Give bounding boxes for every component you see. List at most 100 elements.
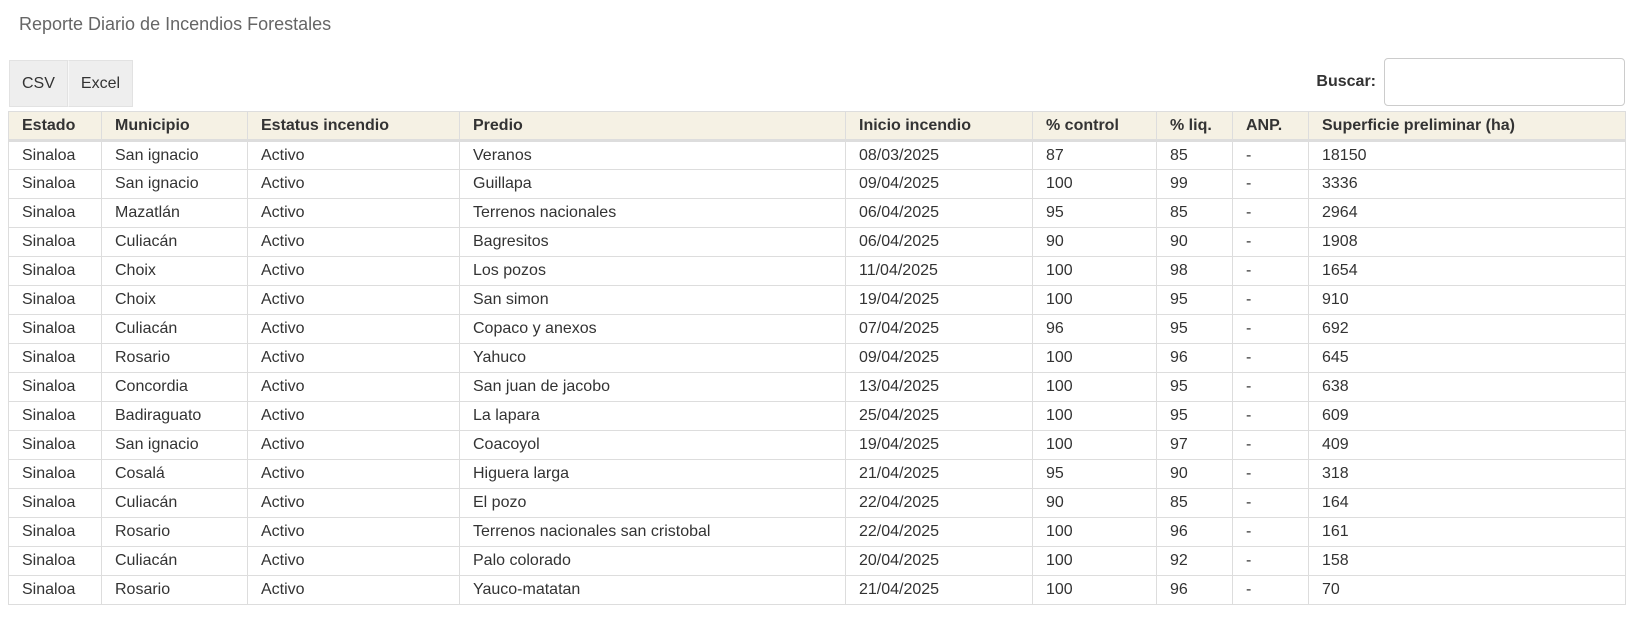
cell-inicio-incendio: 08/03/2025 bbox=[845, 140, 1033, 170]
column-header-porcentaje-liq[interactable]: % liq. bbox=[1156, 111, 1233, 142]
cell-inicio-incendio: 07/04/2025 bbox=[845, 314, 1033, 344]
table-row: Sinaloa Mazatlán Activo Terrenos nacionales… bbox=[8, 198, 1626, 228]
cell-municipio: Rosario bbox=[101, 517, 248, 547]
cell-porcentaje-control: 90 bbox=[1032, 227, 1157, 257]
cell-municipio: Culiacán bbox=[101, 227, 248, 257]
cell-inicio-incendio: 11/04/2025 bbox=[845, 256, 1033, 286]
cell-estado: Sinaloa bbox=[8, 546, 102, 576]
cell-predio: Bagresitos bbox=[459, 227, 846, 257]
cell-inicio-incendio: 22/04/2025 bbox=[845, 488, 1033, 518]
cell-estado: Sinaloa bbox=[8, 256, 102, 286]
cell-inicio-incendio: 06/04/2025 bbox=[845, 198, 1033, 228]
cell-porcentaje-liq: 95 bbox=[1156, 401, 1233, 431]
cell-predio: San simon bbox=[459, 285, 846, 315]
table-row: Sinaloa Choix Activo San simon 19/04/2025 100… bbox=[8, 285, 1626, 315]
cell-inicio-incendio: 19/04/2025 bbox=[845, 285, 1033, 315]
column-header-anp[interactable]: ANP. bbox=[1232, 111, 1309, 142]
csv-button[interactable]: CSV bbox=[9, 60, 68, 107]
cell-porcentaje-control: 100 bbox=[1032, 372, 1157, 402]
cell-anp: - bbox=[1232, 430, 1309, 460]
cell-anp: - bbox=[1232, 372, 1309, 402]
page-title: Reporte Diario de Incendios Forestales bbox=[19, 14, 332, 34]
cell-predio: San juan de jacobo bbox=[459, 372, 846, 402]
export-toolbar: CSV Excel bbox=[9, 60, 134, 107]
cell-superficie-preliminar: 645 bbox=[1308, 343, 1626, 373]
search-input[interactable] bbox=[1384, 58, 1625, 106]
table-row: Sinaloa Cosalá Activo Higuera larga 21/04/20… bbox=[8, 459, 1626, 489]
cell-anp: - bbox=[1232, 140, 1309, 170]
cell-predio: Yauco-matatan bbox=[459, 575, 846, 605]
cell-estado: Sinaloa bbox=[8, 488, 102, 518]
cell-estatus-incendio: Activo bbox=[247, 430, 460, 460]
cell-porcentaje-liq: 96 bbox=[1156, 517, 1233, 547]
cell-anp: - bbox=[1232, 343, 1309, 373]
cell-estatus-incendio: Activo bbox=[247, 488, 460, 518]
cell-porcentaje-liq: 85 bbox=[1156, 198, 1233, 228]
cell-porcentaje-liq: 90 bbox=[1156, 459, 1233, 489]
cell-porcentaje-control: 95 bbox=[1032, 459, 1157, 489]
column-header-porcentaje-control[interactable]: % control bbox=[1032, 111, 1157, 142]
cell-anp: - bbox=[1232, 314, 1309, 344]
cell-estado: Sinaloa bbox=[8, 198, 102, 228]
cell-municipio: Culiacán bbox=[101, 314, 248, 344]
column-header-municipio[interactable]: Municipio bbox=[101, 111, 248, 142]
cell-porcentaje-liq: 97 bbox=[1156, 430, 1233, 460]
cell-superficie-preliminar: 409 bbox=[1308, 430, 1626, 460]
cell-inicio-incendio: 21/04/2025 bbox=[845, 459, 1033, 489]
cell-inicio-incendio: 25/04/2025 bbox=[845, 401, 1033, 431]
cell-estado: Sinaloa bbox=[8, 343, 102, 373]
cell-municipio: San ignacio bbox=[101, 169, 248, 199]
cell-porcentaje-control: 100 bbox=[1032, 546, 1157, 576]
cell-porcentaje-liq: 96 bbox=[1156, 575, 1233, 605]
cell-municipio: Culiacán bbox=[101, 488, 248, 518]
cell-superficie-preliminar: 70 bbox=[1308, 575, 1626, 605]
cell-predio: La lapara bbox=[459, 401, 846, 431]
cell-estatus-incendio: Activo bbox=[247, 372, 460, 402]
cell-predio: Los pozos bbox=[459, 256, 846, 286]
cell-inicio-incendio: 13/04/2025 bbox=[845, 372, 1033, 402]
cell-predio: Higuera larga bbox=[459, 459, 846, 489]
cell-porcentaje-liq: 95 bbox=[1156, 372, 1233, 402]
cell-superficie-preliminar: 164 bbox=[1308, 488, 1626, 518]
cell-anp: - bbox=[1232, 517, 1309, 547]
cell-superficie-preliminar: 318 bbox=[1308, 459, 1626, 489]
cell-predio: Yahuco bbox=[459, 343, 846, 373]
cell-estado: Sinaloa bbox=[8, 140, 102, 170]
cell-anp: - bbox=[1232, 198, 1309, 228]
cell-inicio-incendio: 09/04/2025 bbox=[845, 343, 1033, 373]
cell-superficie-preliminar: 910 bbox=[1308, 285, 1626, 315]
cell-porcentaje-control: 100 bbox=[1032, 285, 1157, 315]
cell-estado: Sinaloa bbox=[8, 575, 102, 605]
cell-porcentaje-liq: 90 bbox=[1156, 227, 1233, 257]
cell-porcentaje-control: 87 bbox=[1032, 140, 1157, 170]
column-header-estado[interactable]: Estado bbox=[8, 111, 102, 142]
cell-municipio: Mazatlán bbox=[101, 198, 248, 228]
table-row: Sinaloa Concordia Activo San juan de jacobo… bbox=[8, 372, 1626, 402]
cell-superficie-preliminar: 1654 bbox=[1308, 256, 1626, 286]
cell-municipio: Rosario bbox=[101, 575, 248, 605]
cell-predio: Terrenos nacionales san cristobal bbox=[459, 517, 846, 547]
cell-estatus-incendio: Activo bbox=[247, 517, 460, 547]
cell-superficie-preliminar: 1908 bbox=[1308, 227, 1626, 257]
cell-municipio: Badiraguato bbox=[101, 401, 248, 431]
cell-superficie-preliminar: 692 bbox=[1308, 314, 1626, 344]
table-row: Sinaloa Culiacán Activo Copaco y anexos 07/0… bbox=[8, 314, 1626, 344]
cell-estatus-incendio: Activo bbox=[247, 546, 460, 576]
cell-porcentaje-control: 100 bbox=[1032, 517, 1157, 547]
cell-porcentaje-liq: 92 bbox=[1156, 546, 1233, 576]
excel-button[interactable]: Excel bbox=[67, 60, 134, 107]
table-row: Sinaloa Culiacán Activo El pozo 22/04/2025 90… bbox=[8, 488, 1626, 518]
cell-anp: - bbox=[1232, 401, 1309, 431]
column-header-estatus-incendio[interactable]: Estatus incendio bbox=[247, 111, 460, 142]
column-header-inicio-incendio[interactable]: Inicio incendio bbox=[845, 111, 1033, 142]
cell-inicio-incendio: 09/04/2025 bbox=[845, 169, 1033, 199]
table-row: Sinaloa San ignacio Activo Coacoyol 19/04/20… bbox=[8, 430, 1626, 460]
search-area: Buscar: bbox=[1316, 58, 1625, 106]
cell-estatus-incendio: Activo bbox=[247, 227, 460, 257]
cell-municipio: Concordia bbox=[101, 372, 248, 402]
cell-porcentaje-control: 96 bbox=[1032, 314, 1157, 344]
cell-superficie-preliminar: 638 bbox=[1308, 372, 1626, 402]
table-row: Sinaloa Badiraguato Activo La lapara 25/04/2… bbox=[8, 401, 1626, 431]
column-header-predio[interactable]: Predio bbox=[459, 111, 846, 142]
column-header-superficie-preliminar[interactable]: Superficie preliminar (ha) bbox=[1308, 111, 1626, 142]
